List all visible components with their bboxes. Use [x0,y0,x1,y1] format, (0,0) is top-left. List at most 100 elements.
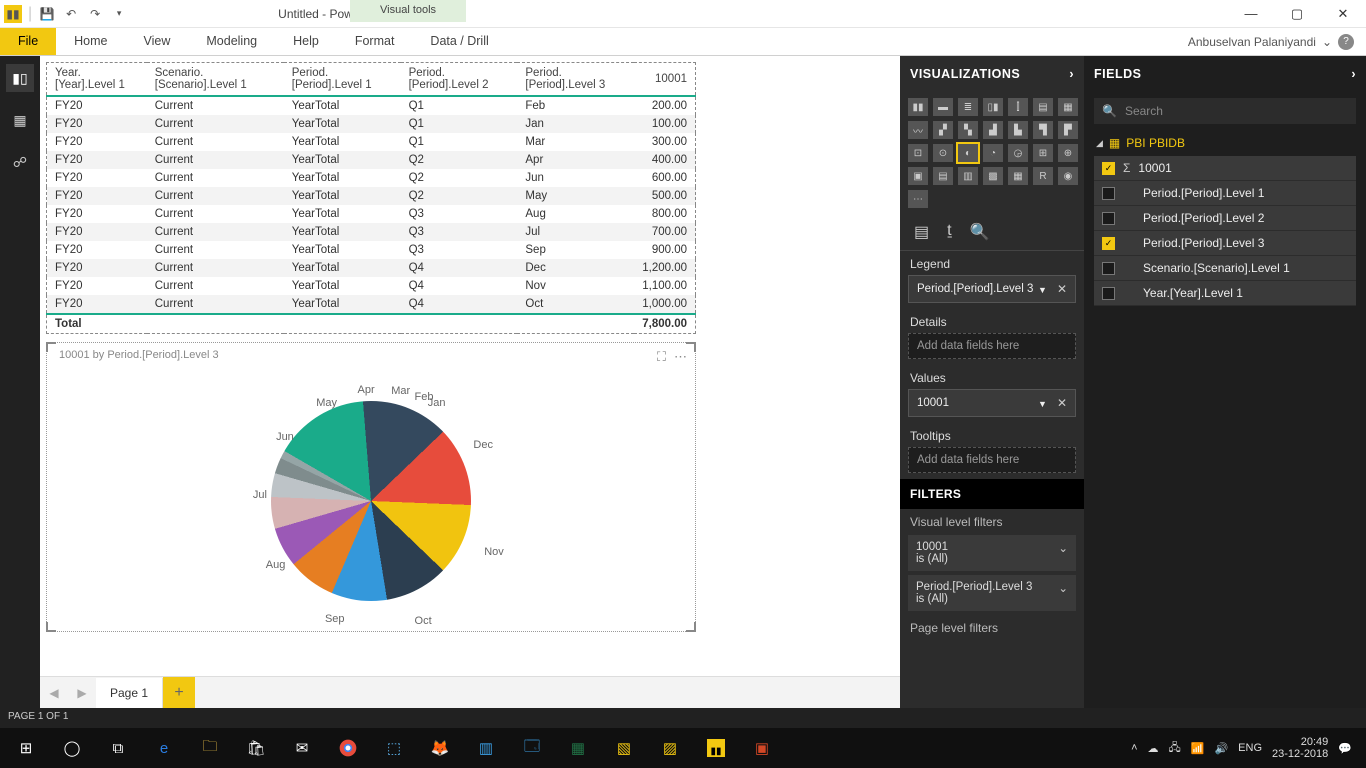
add-page-button[interactable]: + [163,677,195,709]
viz-type-icon[interactable]: ▩ [983,167,1003,185]
tray-chevron-icon[interactable]: ˄ [1131,742,1137,754]
checkbox-icon[interactable] [1102,187,1115,200]
tab-data-drill[interactable]: Data / Drill [412,28,506,55]
column-header[interactable]: Scenario.[Scenario].Level 1 [147,63,284,97]
viz-type-icon[interactable]: R [1033,167,1053,185]
viz-type-icon[interactable]: ▞ [933,121,953,139]
field-item[interactable]: ✓Σ10001 [1094,156,1356,181]
table-row[interactable]: FY20CurrentYearTotalQ3Aug800.00 [47,205,696,223]
volume-icon[interactable]: 🔊 [1214,742,1228,755]
table-row[interactable]: FY20CurrentYearTotalQ4Nov1,100.00 [47,277,696,295]
excel-icon[interactable]: ▦ [556,728,600,768]
app-icon[interactable]: ⬚ [372,728,416,768]
viz-type-icon[interactable]: ◉ [1058,167,1078,185]
viz-type-icon[interactable]: ⊡ [908,144,928,162]
analytics-mode-icon[interactable]: 🔍 [970,222,990,242]
field-item[interactable]: ✓Period.[Period].Level 3 [1094,231,1356,256]
viz-type-icon[interactable]: ▥ [958,167,978,185]
viz-type-icon[interactable]: ▮▮ [908,98,928,116]
table-row[interactable]: FY20CurrentYearTotalQ2Jun600.00 [47,169,696,187]
powerpoint-icon[interactable]: ▣ [740,728,784,768]
clock[interactable]: 20:4923-12-2018 [1272,736,1328,760]
viz-type-icon[interactable]: ▙ [1008,121,1028,139]
values-well[interactable]: 10001▼✕ [908,389,1076,417]
pie-chart-visual[interactable]: 10001 by Period.[Period].Level 3 ⛶ ⋯ Dec… [46,342,696,632]
checkbox-icon[interactable] [1102,287,1115,300]
firefox-icon[interactable]: 🦊 [418,728,462,768]
wifi-icon[interactable]: 📶 [1191,742,1205,755]
data-view-icon[interactable]: ▦ [6,106,34,134]
filter-item[interactable]: Period.[Period].Level 3is (All)⌄ [908,575,1076,611]
viz-type-icon[interactable]: ◐ [958,144,978,162]
app-icon[interactable]: 🗔 [510,728,554,768]
qat-more-icon[interactable]: ▾ [110,5,128,23]
format-mode-icon[interactable]: ṯ [947,222,951,242]
table-row[interactable]: FY20CurrentYearTotalQ2Apr400.00 [47,151,696,169]
app-icon[interactable]: ▧ [602,728,646,768]
report-view-icon[interactable]: ▮▯ [6,64,34,92]
app-icon[interactable]: ▥ [464,728,508,768]
network-icon[interactable]: 🖧 [1169,739,1181,758]
tab-home[interactable]: Home [56,28,125,55]
viz-type-icon[interactable]: ◔ [983,144,1003,162]
onedrive-icon[interactable]: ☁ [1148,742,1159,755]
collapse-icon[interactable]: › [1351,67,1356,81]
help-icon[interactable]: ? [1338,34,1354,50]
viz-type-icon[interactable]: ▣ [908,167,928,185]
checkbox-icon[interactable] [1102,262,1115,275]
field-item[interactable]: Year.[Year].Level 1 [1094,281,1356,306]
start-button[interactable]: ⊞ [4,728,48,768]
filter-item[interactable]: 10001is (All)⌄ [908,535,1076,571]
report-canvas[interactable]: Year.[Year].Level 1Scenario.[Scenario].L… [40,56,900,676]
maximize-button[interactable]: ▢ [1274,0,1320,28]
user-name[interactable]: Anbuselvan Palaniyandi⌄? [1176,28,1366,55]
viz-type-icon[interactable]: 〰 [908,121,928,139]
fields-table-name[interactable]: ◢▦PBI PBIDB [1084,130,1366,156]
explorer-icon[interactable]: 🗀 [188,728,232,768]
task-view-icon[interactable]: ⧉ [96,728,140,768]
checkbox-icon[interactable] [1102,212,1115,225]
close-button[interactable]: ✕ [1320,0,1366,28]
viz-type-icon[interactable]: ≣ [958,98,978,116]
viz-type-icon[interactable]: ▜ [1033,121,1053,139]
save-icon[interactable]: 💾 [38,5,56,23]
system-tray[interactable]: ˄ ☁ 🖧 📶 🔊 ENG 20:4923-12-2018 💬 [1131,736,1362,760]
edge-icon[interactable]: e [142,728,186,768]
column-header[interactable]: Period.[Period].Level 2 [401,63,518,97]
remove-icon[interactable]: ✕ [1057,396,1067,410]
column-header[interactable]: 10001 [634,63,695,97]
tab-modeling[interactable]: Modeling [188,28,275,55]
notifications-icon[interactable]: 💬 [1338,742,1352,755]
data-table-visual[interactable]: Year.[Year].Level 1Scenario.[Scenario].L… [46,62,696,334]
viz-type-icon[interactable]: ▯▮ [983,98,1003,116]
redo-icon[interactable]: ↷ [86,5,104,23]
powerbi-icon[interactable]: ▮▮ [694,728,738,768]
tooltips-well[interactable]: Add data fields here [908,447,1076,473]
file-tab[interactable]: File [0,28,56,55]
details-well[interactable]: Add data fields here [908,333,1076,359]
viz-type-icon[interactable]: ▟ [983,121,1003,139]
chrome-icon[interactable] [326,728,370,768]
table-row[interactable]: FY20CurrentYearTotalQ2May500.00 [47,187,696,205]
legend-well[interactable]: Period.[Period].Level 3▼✕ [908,275,1076,303]
tab-format[interactable]: Format [337,28,413,55]
field-item[interactable]: Scenario.[Scenario].Level 1 [1094,256,1356,281]
viz-type-icon[interactable]: ▬ [933,98,953,116]
search-input[interactable]: 🔍Search [1094,98,1356,124]
sql-icon[interactable]: ▨ [648,728,692,768]
collapse-icon[interactable]: › [1069,67,1074,81]
page-tab[interactable]: Page 1 [96,678,163,708]
more-options-icon[interactable]: ⋯ [674,349,687,365]
field-item[interactable]: Period.[Period].Level 1 [1094,181,1356,206]
minimize-button[interactable]: — [1228,0,1274,28]
next-page-icon[interactable]: ▶ [68,686,96,700]
viz-type-icon[interactable]: ⊙ [933,144,953,162]
tab-help[interactable]: Help [275,28,337,55]
chevron-down-icon[interactable]: ▼ [1038,399,1047,409]
column-header[interactable]: Year.[Year].Level 1 [47,63,147,97]
table-row[interactable]: FY20CurrentYearTotalQ3Jul700.00 [47,223,696,241]
tab-view[interactable]: View [126,28,189,55]
viz-type-icon[interactable]: ⊕ [1058,144,1078,162]
viz-type-icon[interactable]: ⊞ [1033,144,1053,162]
checkbox-icon[interactable]: ✓ [1102,237,1115,250]
